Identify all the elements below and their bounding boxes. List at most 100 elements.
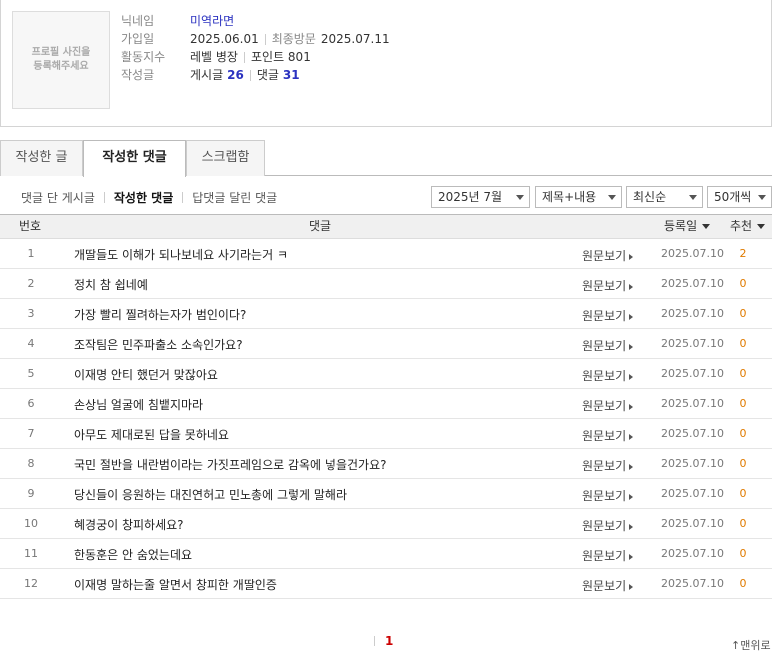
table-row: 8 국민 절반을 내란범이라는 가짓프레임으로 감옥에 넣을건가요? 원문보기 202… <box>0 449 772 479</box>
view-original-label: 원문보기 <box>582 429 627 443</box>
view-original-label: 원문보기 <box>582 489 627 503</box>
view-original-link[interactable]: 원문보기 <box>582 517 634 534</box>
view-original-link[interactable]: 원문보기 <box>582 547 634 564</box>
header-date-sort[interactable]: 등록일 <box>664 215 711 238</box>
subnav-written-comments[interactable]: 작성한 댓글 <box>114 189 173 206</box>
sort-down-icon <box>757 224 766 229</box>
row-recommend-count: 0 <box>739 277 747 290</box>
row-number: 8 <box>27 457 35 470</box>
caret-right-icon <box>629 343 634 350</box>
comment-text-link[interactable]: 국민 절반을 내란범이라는 가짓프레임으로 감옥에 넣을건가요? <box>74 456 386 473</box>
divider <box>249 69 251 81</box>
header-date-label: 등록일 <box>664 219 698 233</box>
comment-text-link[interactable]: 손상님 얼굴에 침뱉지마라 <box>74 396 203 413</box>
back-to-top-link[interactable]: ↑맨위로 <box>731 637 771 653</box>
table-row: 1 개딸들도 이해가 되나보네요 사기라는거 ㅋ 원문보기 2025.07.10 2 <box>0 239 772 269</box>
activity-label: 활동지수 <box>121 50 166 64</box>
tab-written-posts[interactable]: 작성한 글 <box>0 140 83 176</box>
header-recommend-label: 추천 <box>730 219 753 233</box>
view-original-link[interactable]: 원문보기 <box>582 577 634 594</box>
row-number: 11 <box>24 547 38 560</box>
divider <box>103 191 105 203</box>
row-date: 2025.07.10 <box>661 427 724 440</box>
row-date: 2025.07.10 <box>661 277 724 290</box>
search-scope-select[interactable]: 제목+내용 <box>535 186 622 208</box>
last-visit-date: 2025.07.11 <box>320 32 390 46</box>
comment-text-link[interactable]: 혜경궁이 창피하세요? <box>74 516 184 533</box>
view-original-link[interactable]: 원문보기 <box>582 427 634 444</box>
view-original-link[interactable]: 원문보기 <box>582 397 634 414</box>
row-date: 2025.07.10 <box>661 457 724 470</box>
view-original-label: 원문보기 <box>582 249 627 263</box>
comment-text-link[interactable]: 당신들이 응원하는 대진연허고 민노총에 그렇게 말해라 <box>74 486 347 503</box>
comment-count-label: 댓글 <box>256 68 279 82</box>
header-recommend-sort[interactable]: 추천 <box>730 215 766 238</box>
page-current[interactable]: 1 <box>385 634 393 648</box>
profile-box: 프로필 사진을 등록해주세요 닉네임 미역라면 가입일 2025.06.01 최… <box>0 0 772 127</box>
row-date: 2025.07.10 <box>661 577 724 590</box>
tab-written-comments[interactable]: 작성한 댓글 <box>83 140 186 177</box>
table-row: 11 한동훈은 안 숨었는데요 원문보기 2025.07.10 0 <box>0 539 772 569</box>
caret-right-icon <box>629 373 634 380</box>
caret-right-icon <box>629 433 634 440</box>
row-recommend-count: 0 <box>739 577 747 590</box>
comment-text-link[interactable]: 개딸들도 이해가 되나보네요 사기라는거 ㅋ <box>74 246 288 263</box>
row-recommend-count: 0 <box>739 397 747 410</box>
divider <box>264 33 266 45</box>
view-original-link[interactable]: 원문보기 <box>582 307 634 324</box>
row-recommend-count: 0 <box>739 487 747 500</box>
header-number: 번호 <box>19 219 42 233</box>
per-page-select[interactable]: 50개씩 <box>707 186 772 208</box>
per-page-value: 50개씩 <box>714 190 752 204</box>
view-original-label: 원문보기 <box>582 339 627 353</box>
view-original-label: 원문보기 <box>582 549 627 563</box>
comment-text-link[interactable]: 아무도 제대로된 답을 못하네요 <box>74 426 229 443</box>
row-date: 2025.07.10 <box>661 547 724 560</box>
table-row: 4 조작팀은 민주파출소 소속인가요? 원문보기 2025.07.10 0 <box>0 329 772 359</box>
comment-text-link[interactable]: 가장 빨리 찔려하는자가 범인이다? <box>74 306 246 323</box>
view-original-link[interactable]: 원문보기 <box>582 457 634 474</box>
view-original-link[interactable]: 원문보기 <box>582 337 634 354</box>
row-recommend-count: 0 <box>739 367 747 380</box>
profile-photo-text: 프로필 사진을 등록해주세요 <box>31 47 91 72</box>
comment-text-link[interactable]: 정치 참 쉽네예 <box>74 276 148 293</box>
nickname-link[interactable]: 미역라면 <box>190 12 234 30</box>
nickname-label: 닉네임 <box>121 14 155 28</box>
profile-photo-placeholder[interactable]: 프로필 사진을 등록해주세요 <box>12 11 110 109</box>
view-original-link[interactable]: 원문보기 <box>582 277 634 294</box>
divider <box>243 51 245 63</box>
back-to-top-label: 맨위로 <box>740 639 771 652</box>
tab-scrap[interactable]: 스크랩함 <box>186 140 265 176</box>
row-recommend-count: 0 <box>739 427 747 440</box>
row-date: 2025.07.10 <box>661 517 724 530</box>
tab-bar: 작성한 글 작성한 댓글 스크랩함 <box>0 140 772 177</box>
row-number: 3 <box>27 307 35 320</box>
row-date: 2025.07.10 <box>661 247 724 260</box>
divider <box>182 191 184 203</box>
caret-right-icon <box>629 463 634 470</box>
pagination: 1 <box>374 634 393 648</box>
caret-right-icon <box>629 493 634 500</box>
row-date: 2025.07.10 <box>661 337 724 350</box>
sort-down-icon <box>702 224 711 229</box>
comment-text-link[interactable]: 이재명 말하는줄 알면서 창피한 개딸인증 <box>74 576 277 593</box>
comment-text-link[interactable]: 한동훈은 안 숨었는데요 <box>74 546 192 563</box>
subnav-commented-posts[interactable]: 댓글 단 게시글 <box>21 189 95 206</box>
month-select[interactable]: 2025년 7월 <box>431 186 530 208</box>
caret-right-icon <box>629 583 634 590</box>
row-recommend-count: 0 <box>739 457 747 470</box>
subnav-replied-comments[interactable]: 답댓글 달린 댓글 <box>192 189 277 206</box>
sort-select[interactable]: 최신순 <box>626 186 703 208</box>
comment-text-link[interactable]: 이재명 안티 했던거 맞잖아요 <box>74 366 218 383</box>
comment-text-link[interactable]: 조작팀은 민주파출소 소속인가요? <box>74 336 243 353</box>
view-original-link[interactable]: 원문보기 <box>582 487 634 504</box>
row-recommend-count: 2 <box>739 247 747 260</box>
view-original-label: 원문보기 <box>582 579 627 593</box>
profile-info: 닉네임 미역라면 가입일 2025.06.01 최종방문 2025.07.11 … <box>121 12 390 84</box>
view-original-link[interactable]: 원문보기 <box>582 367 634 384</box>
table-header: 번호 댓글 등록일 추천 <box>0 214 772 239</box>
table-row: 5 이재명 안티 했던거 맞잖아요 원문보기 2025.07.10 0 <box>0 359 772 389</box>
search-scope-value: 제목+내용 <box>542 190 597 204</box>
header-comment: 댓글 <box>309 219 332 233</box>
view-original-link[interactable]: 원문보기 <box>582 247 634 264</box>
